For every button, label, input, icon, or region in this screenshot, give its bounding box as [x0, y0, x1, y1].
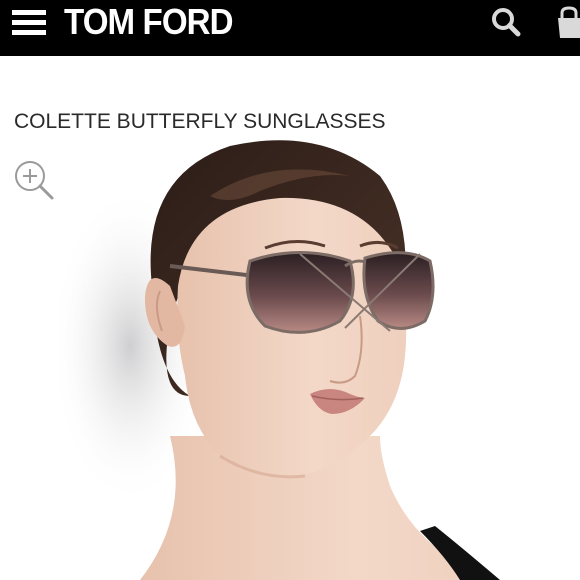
- top-navigation-bar: TOM FORD: [0, 0, 580, 56]
- shopping-bag-icon[interactable]: [556, 6, 580, 38]
- hamburger-menu-icon[interactable]: [12, 10, 48, 35]
- product-page: TOM FORD COLETTE BUTTERFLY SUNGLASSES: [0, 0, 580, 580]
- zoom-in-icon[interactable]: [12, 158, 56, 202]
- product-image[interactable]: [50, 136, 580, 580]
- search-icon[interactable]: [490, 6, 522, 38]
- brand-logo[interactable]: TOM FORD: [64, 2, 234, 42]
- product-title: COLETTE BUTTERFLY SUNGLASSES: [14, 110, 386, 134]
